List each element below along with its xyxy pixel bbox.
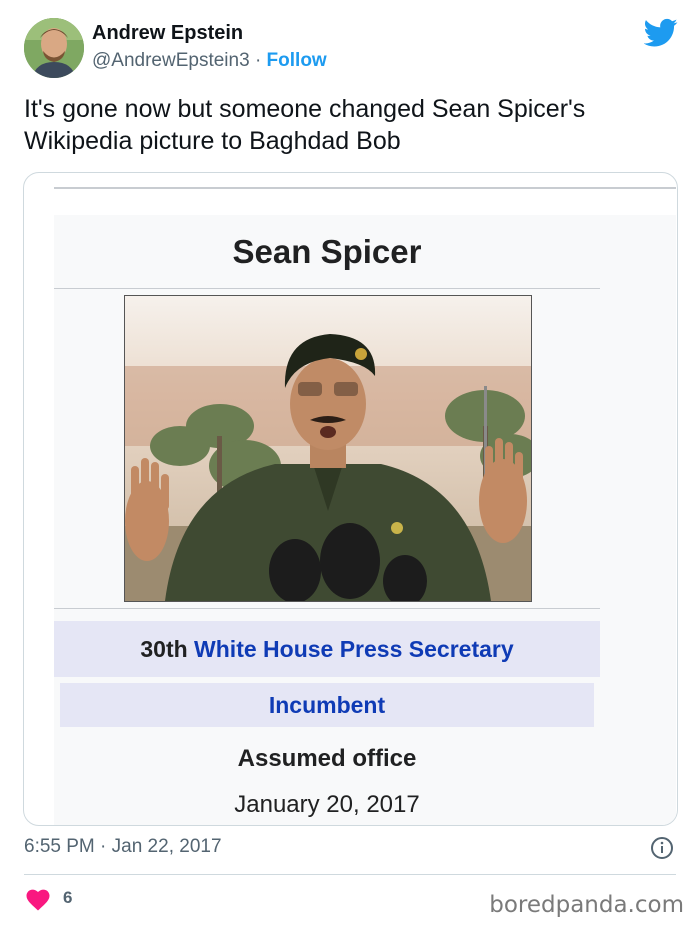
author-handle[interactable]: @AndrewEpstein3 xyxy=(92,50,250,71)
assumed-office-date: January 20, 2017 xyxy=(234,791,420,818)
office-link[interactable]: White House Press Secretary xyxy=(194,636,514,662)
tweet-timestamp[interactable]: 6:55 PM · Jan 22, 2017 xyxy=(24,836,222,858)
embedded-image[interactable]: Sean Spicer 30th White House Press Secre… xyxy=(23,172,678,826)
follow-button[interactable]: Follow xyxy=(267,50,327,71)
tweet-text: It's gone now but someone changed Sean S… xyxy=(24,95,586,155)
assumed-office-label: Assumed office xyxy=(237,745,417,772)
info-circle-icon[interactable] xyxy=(650,836,674,860)
author-avatar[interactable] xyxy=(24,18,84,78)
heart-icon[interactable] xyxy=(26,889,50,911)
source-watermark: boredpanda.com xyxy=(489,892,684,918)
twitter-bird-icon[interactable] xyxy=(643,18,678,48)
divider xyxy=(54,187,676,189)
separator-dot: · xyxy=(254,50,262,71)
like-count: 6 xyxy=(63,888,73,907)
office-header: 30th White House Press Secretary xyxy=(54,621,600,677)
handle-line: @AndrewEpstein3 · Follow xyxy=(92,50,327,72)
author-name[interactable]: Andrew Epstein xyxy=(92,22,243,45)
tweet-card: Andrew Epstein @AndrewEpstein3 · Follow … xyxy=(0,0,700,927)
incumbent-link[interactable]: Incumbent xyxy=(60,683,594,727)
divider xyxy=(54,288,600,289)
wikipedia-infobox: Sean Spicer 30th White House Press Secre… xyxy=(54,215,676,825)
footer-divider xyxy=(24,874,676,875)
infobox-title: Sean Spicer xyxy=(232,233,422,270)
divider xyxy=(54,608,600,609)
office-ordinal: 30th xyxy=(140,636,188,662)
infobox-photo xyxy=(124,295,532,602)
